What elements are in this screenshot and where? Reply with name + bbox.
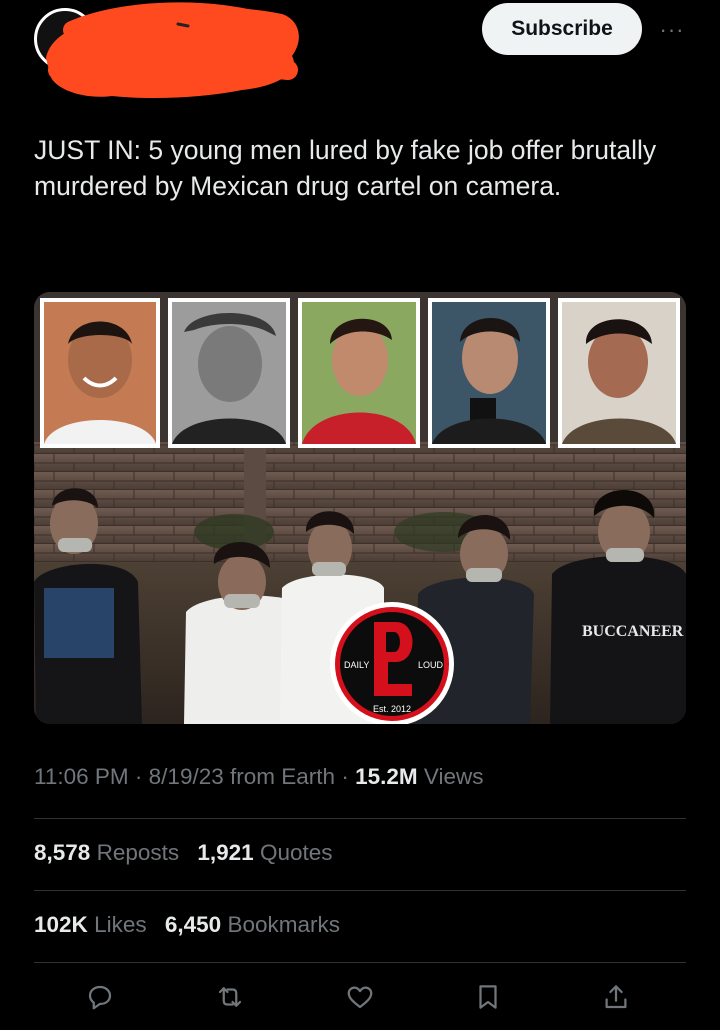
tweet-media-image[interactable]: BUCCANEER DAILY LOUD Est. 2012 (34, 292, 686, 724)
quotes-link[interactable]: 1,921 Quotes (197, 840, 332, 865)
bookmark-icon (479, 985, 497, 1009)
likes-label: Likes (94, 912, 147, 937)
portrait-5 (558, 298, 680, 448)
tweet-header: Subscribe ··· (0, 0, 720, 110)
meta-separator: · (341, 764, 349, 789)
repost-icon (218, 987, 242, 1007)
subscribe-button[interactable]: Subscribe (482, 3, 642, 55)
logo-right-text: LOUD (418, 660, 444, 670)
portrait-3 (298, 298, 420, 448)
like-button[interactable] (338, 975, 382, 1019)
tweet-text: JUST IN: 5 young men lured by fake job o… (34, 135, 657, 201)
likes-link[interactable]: 102K Likes (34, 912, 147, 937)
more-options-icon[interactable]: ··· (652, 17, 692, 42)
quotes-label: Quotes (259, 840, 333, 865)
redaction-scribble (46, 2, 299, 99)
share-button[interactable] (594, 975, 638, 1019)
divider (34, 962, 686, 963)
share-icon (605, 985, 627, 1009)
views-count: 15.2M (355, 764, 418, 789)
reposts-link[interactable]: 8,578 Reposts (34, 840, 179, 865)
repost-quote-stats: 8,578 Reposts 1,921 Quotes (34, 840, 333, 866)
bookmark-button[interactable] (466, 975, 510, 1019)
like-bookmark-stats: 102K Likes 6,450 Bookmarks (34, 912, 340, 938)
like-icon (347, 986, 373, 1009)
divider (34, 818, 686, 819)
bookmarks-label: Bookmarks (227, 912, 340, 937)
divider (34, 890, 686, 891)
tweet-source: from Earth (230, 764, 336, 789)
reply-button[interactable] (78, 975, 122, 1019)
shirt-text: BUCCANEER (582, 623, 684, 640)
tweet-time[interactable]: 11:06 PM (34, 764, 129, 789)
likes-count: 102K (34, 912, 88, 937)
reply-icon (88, 985, 112, 1010)
portrait-4 (428, 298, 550, 448)
action-bar (0, 975, 720, 1019)
repost-button[interactable] (208, 975, 252, 1019)
reposts-count: 8,578 (34, 840, 91, 865)
bookmarks-count: 6,450 (164, 912, 222, 937)
views-label: Views (423, 764, 484, 789)
portrait-1 (40, 298, 160, 448)
daily-loud-logo: DAILY LOUD Est. 2012 (330, 602, 454, 724)
quotes-count: 1,921 (197, 840, 254, 865)
meta-separator: · (134, 764, 143, 789)
tweet-date[interactable]: 8/19/23 (149, 764, 224, 789)
portrait-2 (168, 298, 290, 448)
tweet-meta: 11:06 PM · 8/19/23 from Earth · 15.2M Vi… (34, 764, 484, 790)
logo-left-text: DAILY (344, 660, 369, 670)
bookmarks-link[interactable]: 6,450 Bookmarks (165, 912, 340, 937)
reposts-label: Reposts (96, 840, 180, 865)
logo-bottom-text: Est. 2012 (373, 704, 411, 714)
media-illustration: BUCCANEER DAILY LOUD Est. 2012 (34, 292, 686, 724)
